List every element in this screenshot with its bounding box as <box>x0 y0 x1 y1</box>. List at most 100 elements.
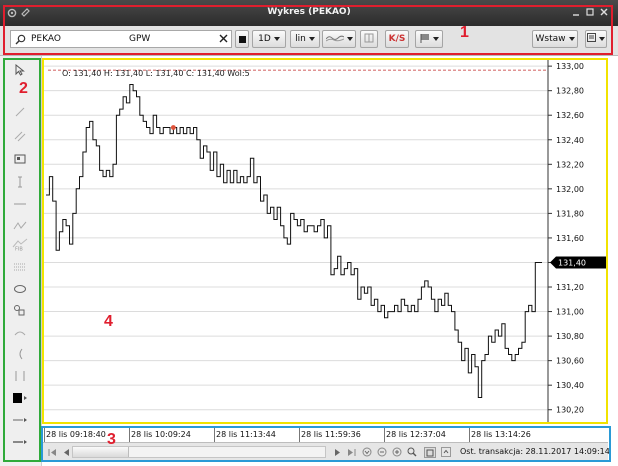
arc-icon <box>14 331 26 336</box>
exchange-text: GPW <box>129 34 151 44</box>
color-swatch-icon <box>13 393 27 403</box>
zoom-in-icon[interactable] <box>392 447 402 457</box>
y-tick-label: 131,60 <box>556 234 584 243</box>
color-picker-tool[interactable] <box>9 390 31 406</box>
shapes-tool[interactable] <box>9 302 31 318</box>
channel-tool[interactable] <box>9 128 31 144</box>
y-tick-label: 132,80 <box>556 87 584 96</box>
chevron-down-icon <box>568 37 575 41</box>
price-marker-dot <box>170 125 176 130</box>
arc-tool[interactable] <box>9 324 31 340</box>
insert-button[interactable]: Wstaw <box>532 30 578 48</box>
grid-lines-tool[interactable] <box>9 259 31 275</box>
last-page-icon[interactable] <box>346 447 356 457</box>
trendline-tool[interactable] <box>9 104 31 120</box>
symbol-search-input[interactable]: PEKAO GPW <box>10 30 232 48</box>
wave-icon <box>325 34 344 45</box>
time-label: 28 lis 11:13:44 <box>216 430 276 439</box>
time-separator <box>214 428 215 442</box>
time-label: 28 lis 11:59:36 <box>301 430 361 439</box>
svg-text:FIB: FIB <box>15 247 23 252</box>
range-icon <box>15 371 25 381</box>
time-separator <box>44 428 45 442</box>
y-tick-label: 132,00 <box>556 185 584 194</box>
ohlc-readout: O: 131,40 H: 131,40 L: 131,40 C: 131,40 … <box>62 69 250 78</box>
menu-button[interactable] <box>585 30 607 48</box>
magnifier-icon[interactable] <box>407 447 417 457</box>
y-tick-label: 130,80 <box>556 332 584 341</box>
scroll-up-icon[interactable] <box>441 447 451 457</box>
title-bar: Wykres (PEKAO) <box>0 0 618 26</box>
time-axis: 28 lis 09:18:40 28 lis 10:09:24 28 lis 11:… <box>42 428 608 442</box>
annotation-number-2: 2 <box>19 80 28 97</box>
menu-icon <box>587 33 596 45</box>
maximize-icon[interactable] <box>584 6 596 18</box>
line-width-tool[interactable] <box>9 434 31 450</box>
zigzag-tool[interactable] <box>9 218 31 234</box>
columns-icon <box>364 33 374 46</box>
symbol-text: PEKAO <box>31 34 61 44</box>
ks-button[interactable]: K/S <box>385 30 409 48</box>
time-separator <box>469 428 470 442</box>
y-tick-label: 130,20 <box>556 406 584 415</box>
scale-button[interactable]: lin <box>290 30 320 48</box>
flag-button[interactable] <box>415 30 443 48</box>
parallel-lines-icon <box>14 131 26 142</box>
close-icon[interactable] <box>598 6 610 18</box>
ellipse-tool[interactable] <box>9 281 31 297</box>
vertical-line-icon <box>18 176 22 188</box>
flag-icon <box>420 33 430 46</box>
time-separator <box>129 428 130 442</box>
first-page-icon[interactable] <box>47 447 57 457</box>
zigzag-icon <box>13 221 27 230</box>
interval-button[interactable]: 1D <box>252 30 286 48</box>
range-tool[interactable] <box>9 368 31 384</box>
layout-button[interactable] <box>360 30 378 48</box>
indicator-button[interactable] <box>322 30 356 48</box>
chevron-down-icon <box>432 37 439 41</box>
cursor-tool[interactable] <box>9 62 31 78</box>
vertical-line-tool[interactable] <box>9 174 31 190</box>
chart-toolbar: PEKAO GPW 1D lin K/S Wstaw <box>0 26 618 56</box>
zoom-out-icon[interactable] <box>377 447 387 457</box>
time-separator <box>384 428 385 442</box>
horizontal-line-tool[interactable] <box>9 196 31 212</box>
y-tick-label: 130,40 <box>556 381 584 390</box>
window-title: Wykres (PEKAO) <box>267 7 351 17</box>
scroll-right-icon[interactable] <box>332 447 342 457</box>
scale-label: lin <box>295 34 306 44</box>
line-width-icon <box>13 440 27 444</box>
color-button[interactable] <box>235 30 249 48</box>
line-style-icon <box>13 418 27 422</box>
horizontal-line-icon <box>14 203 26 205</box>
line-icon <box>15 107 25 117</box>
scrollbar-thumb[interactable] <box>73 447 129 457</box>
fibonacci-tool[interactable]: FIB <box>9 236 31 252</box>
chevron-down-icon[interactable] <box>362 447 372 457</box>
scroll-left-icon[interactable] <box>61 447 71 457</box>
price-label-tool[interactable] <box>9 151 31 167</box>
drawing-tools-panel: FIB <box>0 56 42 466</box>
fit-screen-icon[interactable] <box>424 447 436 458</box>
annotation-number-1: 1 <box>460 24 469 41</box>
price-chart[interactable]: 133,00 132,80 132,60 132,40 132,20 132,00 131,… <box>44 60 608 422</box>
line-style-tool[interactable] <box>9 412 31 428</box>
dotted-lines-icon <box>14 263 26 271</box>
y-tick-label: 131,00 <box>556 308 584 317</box>
minimize-icon[interactable] <box>570 6 582 18</box>
y-tick-label: 132,20 <box>556 160 584 169</box>
time-label: 28 lis 09:18:40 <box>46 430 106 439</box>
last-trade-text: Ost. transakcja: 28.11.2017 14:09:14 <box>460 447 610 456</box>
status-bar: Ost. transakcja: 28.11.2017 14:09:14 <box>42 442 610 460</box>
bracket-icon <box>19 348 23 360</box>
time-label: 28 lis 12:37:04 <box>386 430 446 439</box>
y-tick-label: 130,60 <box>556 357 584 366</box>
time-separator <box>299 428 300 442</box>
shapes-icon <box>14 305 25 316</box>
bracket-tool[interactable] <box>9 346 31 362</box>
search-icon <box>15 34 26 48</box>
y-tick-label: 131,20 <box>556 283 584 292</box>
clear-icon[interactable] <box>219 34 228 46</box>
time-label: 28 lis 13:14:26 <box>471 430 531 439</box>
cursor-icon <box>15 64 25 76</box>
